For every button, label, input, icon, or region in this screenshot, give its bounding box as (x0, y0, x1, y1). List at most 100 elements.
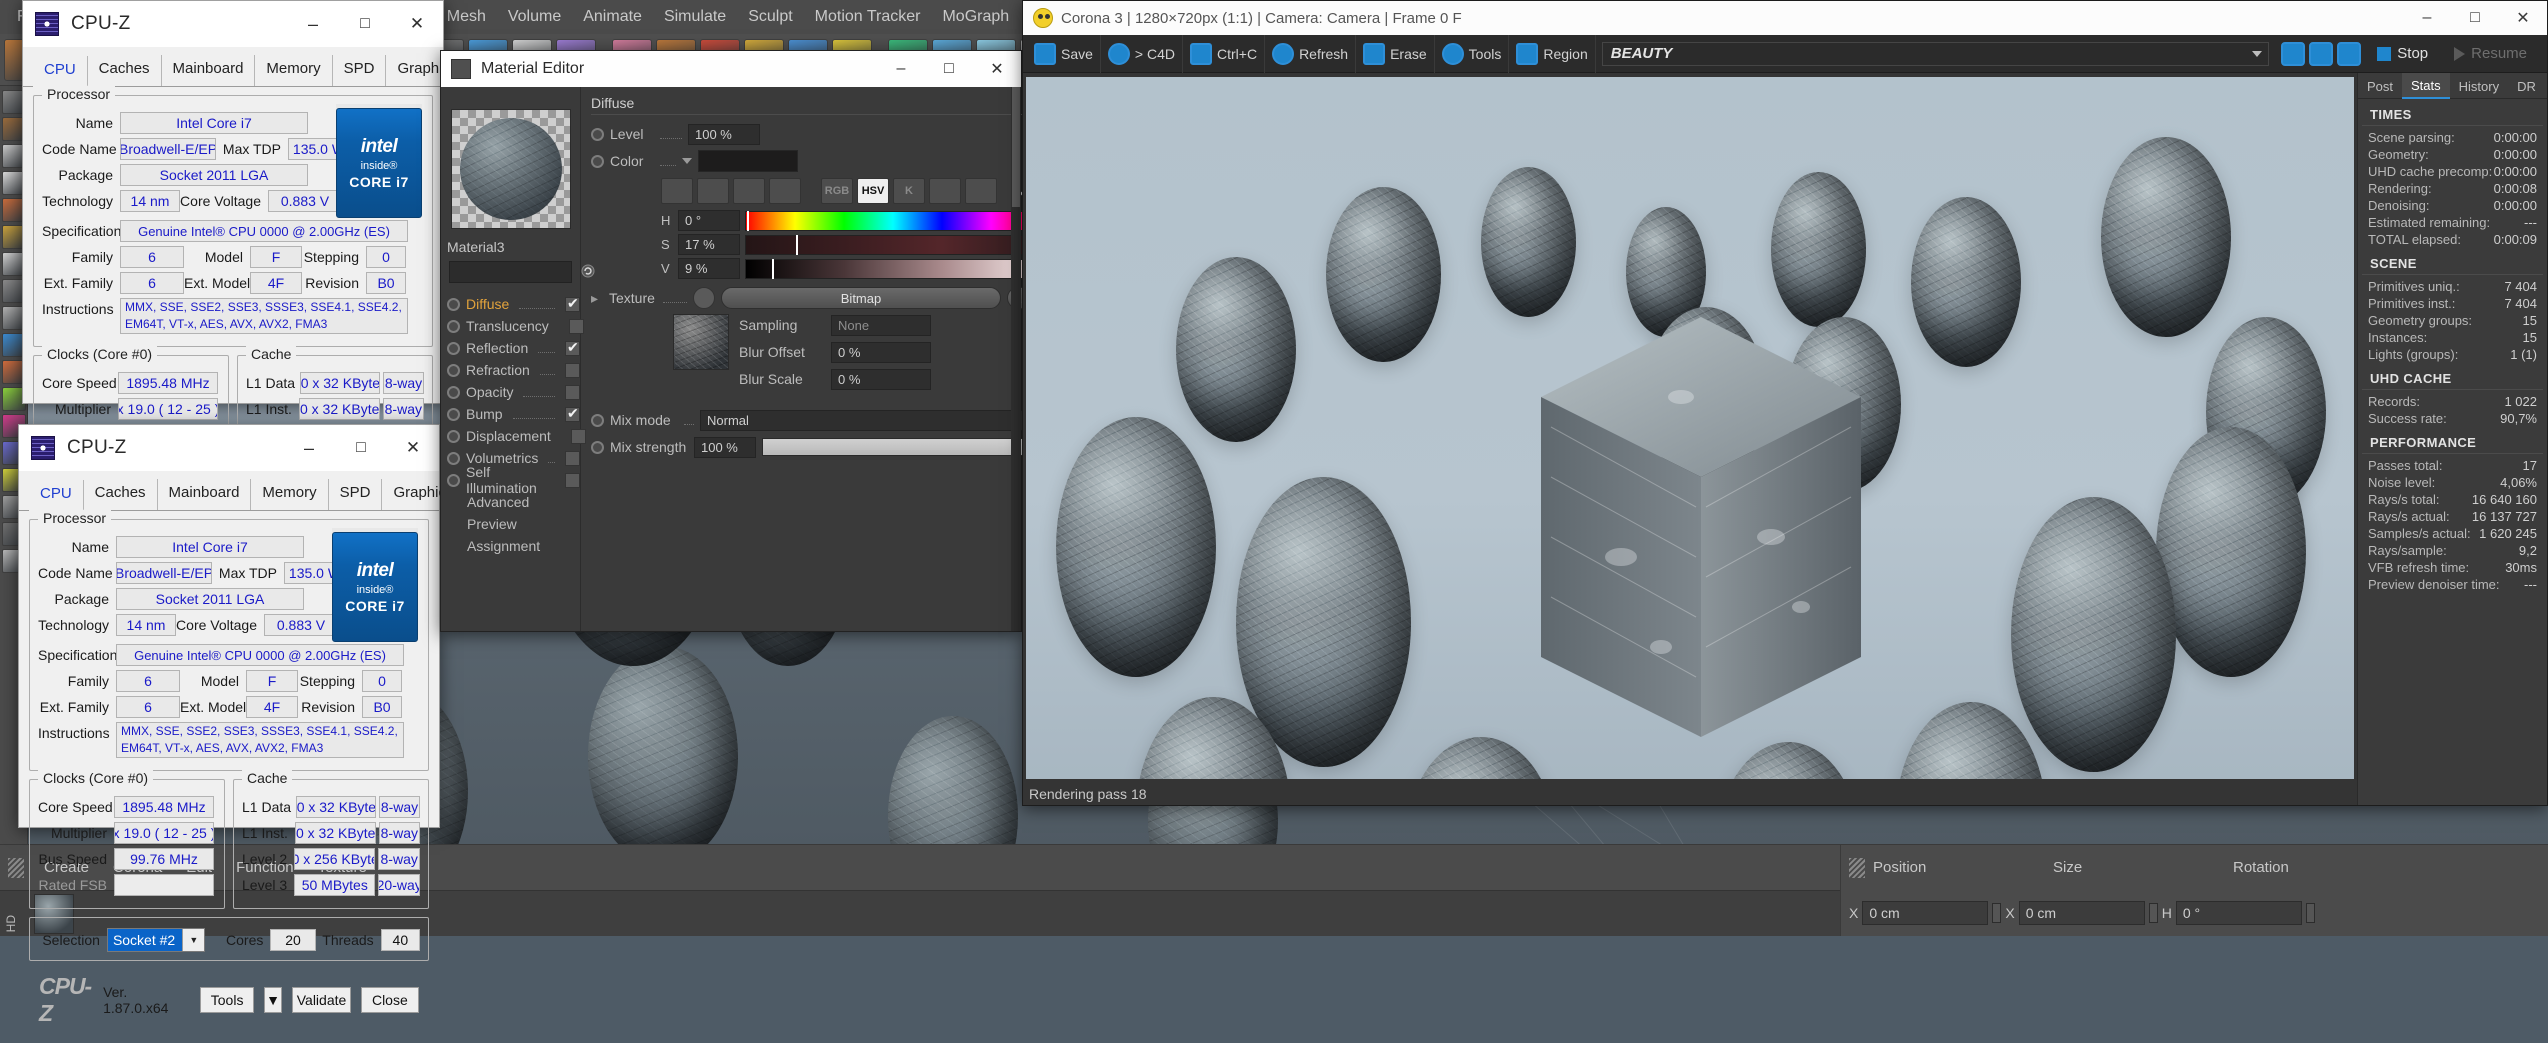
material-channel-displacement[interactable]: Displacement (441, 425, 586, 447)
color-picker-wheel-icon[interactable] (697, 178, 729, 204)
viewport-sphere[interactable] (888, 716, 1018, 846)
saturation-field[interactable]: 17 % (678, 234, 740, 255)
c4d-coordinates-row[interactable]: X 0 cm X 0 cm H 0 ° (1840, 890, 2548, 936)
color-presets-icon[interactable] (965, 178, 997, 204)
material-channel-self-illumination[interactable]: Self Illumination (441, 464, 580, 496)
material-preview[interactable] (450, 109, 571, 229)
color-mode-rgb-button[interactable]: RGB (821, 178, 853, 204)
vfb-tab-lightmix[interactable]: LightMix (2545, 73, 2547, 99)
color-swatch-list-icon[interactable] (929, 178, 961, 204)
channel-checkbox[interactable] (565, 405, 580, 422)
vfb-zoom-buttons[interactable] (2275, 41, 2367, 66)
material-editor-scrollbar[interactable] (1011, 87, 1021, 631)
sampling-row[interactable]: Sampling None (739, 314, 1041, 336)
cpuz2-tab-mainboard[interactable]: Mainboard (158, 479, 252, 510)
material-editor-minimize-icon[interactable]: – (877, 51, 925, 87)
vfb-side-tabs[interactable]: PostStatsHistoryDRLightMix (2358, 73, 2547, 99)
diffuse-level-row[interactable]: Level 100 % (591, 123, 1041, 145)
coord-size-x-field[interactable]: 0 cm (2018, 901, 2145, 925)
material-channel-reflection[interactable]: Reflection (441, 337, 580, 359)
zoom-in-icon[interactable] (2309, 41, 2334, 66)
channel-radio-icon[interactable] (447, 341, 460, 355)
diffuse-color-chevron-down-icon[interactable] (682, 158, 692, 164)
texture-bitmap-button[interactable]: Bitmap (721, 287, 1001, 309)
color-picker-image-icon[interactable] (769, 178, 801, 204)
c4d-menu-sculpt[interactable]: Sculpt (737, 8, 803, 26)
mixstrength-slider[interactable] (762, 438, 1041, 456)
cpuz2-titlebar[interactable]: CPU-Z (19, 425, 439, 471)
cpuz1-tab-caches[interactable]: Caches (88, 55, 162, 86)
c4d-menu-motion-tracker[interactable]: Motion Tracker (804, 8, 932, 26)
cpuz2-validate-button[interactable]: Validate (292, 987, 351, 1013)
coord-size-x-spinner[interactable] (2148, 903, 2158, 923)
coord-size-x[interactable]: X 0 cm (2005, 901, 2158, 925)
cpuz2-tools-dropdown-icon[interactable]: ▼ (263, 987, 283, 1013)
vfb-window-buttons[interactable]: – □ ✕ (2403, 1, 2547, 35)
vfb-tab-dr[interactable]: DR (2508, 73, 2545, 99)
channel-radio-icon[interactable] (447, 429, 460, 443)
texture-expand-icon[interactable]: ▸ (591, 290, 603, 307)
bluroffset-row[interactable]: Blur Offset 0 % (739, 341, 1041, 363)
material-channel-refraction[interactable]: Refraction (441, 359, 580, 381)
value-slider[interactable] (745, 258, 1041, 279)
vfb-rendered-image[interactable] (1026, 77, 2354, 779)
diffuse-level-field[interactable]: 100 % (688, 123, 760, 145)
cpuz2-tools-button[interactable]: Tools (200, 987, 254, 1013)
material-section-advanced[interactable]: Advanced (441, 491, 580, 513)
material-channel-translucency[interactable]: Translucency (441, 315, 584, 337)
hsv-sat-row[interactable]: S 17 % (661, 234, 1041, 255)
vfb-refresh-button[interactable]: Refresh (1265, 34, 1357, 73)
coord-rotation-h[interactable]: H 0 ° (2162, 901, 2315, 925)
cpuz1-tab-memory[interactable]: Memory (255, 55, 333, 86)
c4d-menu-mesh[interactable]: Mesh (436, 8, 497, 26)
texture-row[interactable]: ▸ Texture Bitmap ... (591, 287, 1041, 309)
blur-offset-field[interactable]: 0 % (831, 341, 931, 363)
texture-arrow-icon[interactable] (693, 287, 715, 309)
channel-radio-icon[interactable] (447, 451, 460, 465)
diffuse-color-swatch[interactable] (698, 150, 798, 172)
cpuz1-tab-spd[interactable]: SPD (333, 55, 387, 86)
channel-radio-icon[interactable] (447, 385, 460, 399)
vfb-send-to-c4d-button[interactable]: > C4D (1101, 34, 1183, 73)
cpuz1-tab-mainboard[interactable]: Mainboard (162, 55, 256, 86)
channel-checkbox[interactable] (565, 472, 580, 488)
c4d-menu-animate[interactable]: Animate (572, 8, 653, 26)
vfb-stop-button[interactable]: Stop (2367, 45, 2438, 62)
cpuz2-close-icon[interactable] (387, 425, 439, 471)
cpuz1-tabs[interactable]: CPUCachesMainboardMemorySPDGraphicsBench… (23, 47, 585, 87)
saturation-slider[interactable] (745, 234, 1041, 255)
cpuz1-tab-cpu[interactable]: CPU (33, 56, 88, 87)
blur-scale-field[interactable]: 0 % (831, 368, 931, 390)
texture-thumbnail[interactable] (673, 314, 729, 370)
cpuz2-tab-cpu[interactable]: CPU (29, 480, 84, 511)
material-channel-diffuse[interactable]: Diffuse (441, 293, 580, 315)
zoom-out-icon[interactable] (2337, 41, 2362, 66)
cpuz1-close-icon[interactable] (391, 1, 443, 47)
sampling-select[interactable]: None (831, 314, 931, 336)
hsv-val-row[interactable]: V 9 % (661, 258, 1041, 279)
cpuz2-selection-combo[interactable]: Socket #2 (106, 928, 206, 952)
c4d-menu-simulate[interactable]: Simulate (653, 8, 737, 26)
diffuse-color-row[interactable]: Color (591, 150, 1041, 172)
material-editor-maximize-icon[interactable]: □ (925, 51, 973, 87)
material-section-assignment[interactable]: Assignment (441, 535, 580, 557)
blurscale-row[interactable]: Blur Scale 0 % (739, 368, 1041, 390)
channel-checkbox[interactable] (565, 339, 580, 356)
vfb-tab-history[interactable]: History (2450, 73, 2508, 99)
c4d-menu-volume[interactable]: Volume (497, 8, 572, 26)
material-channel-list[interactable]: Diffuse Translucency Reflection Refraction O… (441, 293, 586, 557)
hue-field[interactable]: 0 ° (678, 210, 740, 231)
cpuz-window-socket1[interactable]: CPU-Z CPUCachesMainboardMemorySPDGraphic… (22, 0, 585, 602)
cpuz2-tab-memory[interactable]: Memory (251, 479, 329, 510)
channel-checkbox[interactable] (565, 450, 580, 466)
vfb-erase-button[interactable]: Erase (1356, 34, 1435, 73)
vfb-save-button[interactable]: Save (1027, 34, 1101, 73)
channel-checkbox[interactable] (565, 384, 580, 400)
coordinates-grip[interactable] (1849, 857, 1865, 878)
vfb-tab-stats[interactable]: Stats (2402, 73, 2450, 99)
color-picker-grid-icon[interactable] (661, 178, 693, 204)
vfb-maximize-icon[interactable]: □ (2451, 1, 2499, 35)
cpuz2-maximize-icon[interactable] (335, 425, 387, 471)
cpuz1-window-buttons[interactable] (287, 1, 443, 47)
diffuse-color-radio-icon[interactable] (591, 154, 604, 168)
